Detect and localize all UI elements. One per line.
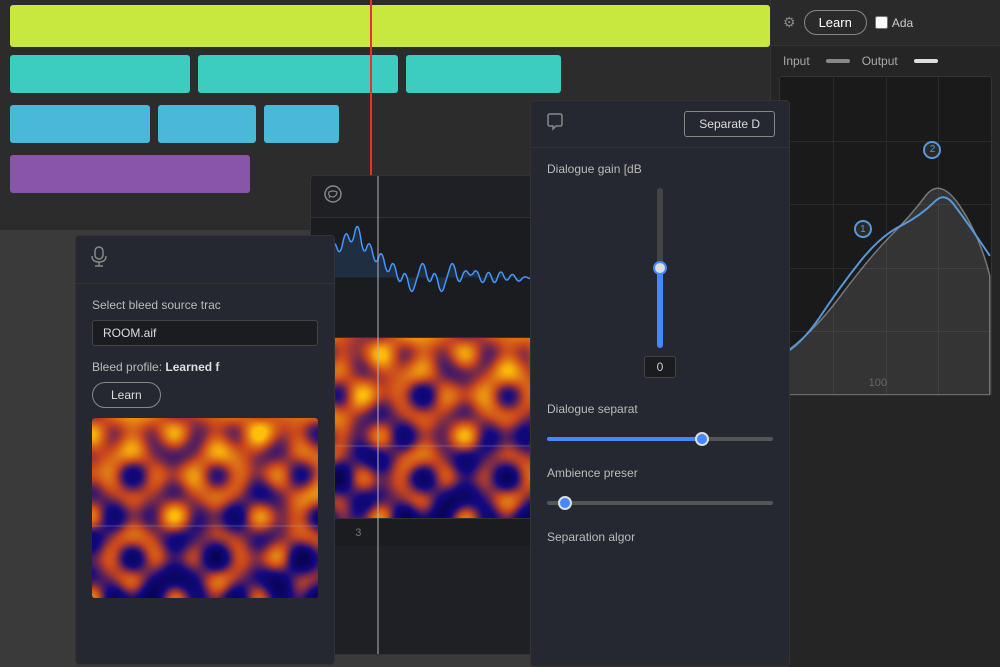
input-label: Input — [783, 54, 810, 68]
bleed-panel: Select bleed source trac Bleed profile: … — [75, 235, 335, 665]
dialogue-gain-slider-container: 0 — [547, 188, 773, 378]
mic-icon — [90, 246, 108, 273]
eq-panel-header: ⚙ Learn Ada — [771, 0, 1000, 46]
track-block-purple — [10, 155, 250, 193]
output-indicator — [914, 59, 938, 63]
bleed-spectrogram — [92, 418, 318, 598]
ada-checkbox[interactable] — [875, 16, 888, 29]
eq-curves-svg — [780, 77, 991, 395]
eq-panel: ⚙ Learn Ada Input Output — [770, 0, 1000, 667]
track-block-teal-3 — [406, 55, 561, 93]
track-row-blue — [10, 105, 339, 143]
algo-section: Separation algor — [531, 520, 789, 566]
eq-node-2-label: 2 — [930, 144, 936, 155]
dialogue-header: Separate D — [531, 101, 789, 148]
eq-node-1-label: 1 — [860, 224, 866, 235]
dialogue-separation-label: Dialogue separat — [547, 402, 773, 416]
dialogue-icon — [545, 112, 565, 137]
ambience-section: Ambience preser — [531, 456, 789, 520]
gain-slider-track — [657, 188, 663, 348]
bleed-spectrogram-canvas — [92, 418, 318, 598]
input-indicator — [826, 59, 850, 63]
ada-label: Ada — [892, 16, 913, 30]
eq-icon: ⚙ — [783, 14, 796, 31]
dialogue-panel: Separate D Dialogue gain [dB 0 Dialogue … — [530, 100, 790, 667]
bleed-profile-value: Learned f — [165, 360, 219, 374]
bleed-profile-label: Bleed profile: Learned f — [92, 360, 318, 374]
ada-checkbox-container: Ada — [875, 16, 913, 30]
gain-slider-fill — [657, 268, 663, 348]
gain-value-box: 0 — [644, 356, 677, 378]
output-label: Output — [862, 54, 898, 68]
ambience-slider[interactable] — [547, 501, 773, 505]
track-lime — [10, 5, 770, 47]
gain-slider-thumb[interactable] — [653, 261, 667, 275]
dialogue-gain-label: Dialogue gain [dB — [547, 162, 773, 176]
bleed-profile-prefix: Bleed profile: — [92, 360, 162, 374]
eq-x-label: 100 — [869, 377, 887, 389]
track-block-teal-2 — [198, 55, 398, 93]
eq-node-1[interactable]: 1 — [854, 220, 872, 238]
separate-button[interactable]: Separate D — [684, 111, 775, 137]
ambience-label: Ambience preser — [547, 466, 773, 480]
dialogue-gain-section: Dialogue gain [dB 0 — [531, 148, 789, 392]
eq-io-labels: Input Output — [771, 46, 1000, 76]
algo-label: Separation algor — [547, 530, 773, 544]
separation-slider[interactable] — [547, 437, 773, 441]
track-block-blue-1 — [10, 105, 150, 143]
track-block-blue-3 — [264, 105, 339, 143]
eq-chart: 1 2 100 — [779, 76, 992, 396]
track-row-purple — [10, 155, 250, 193]
select-bleed-label: Select bleed source trac — [92, 298, 318, 312]
waveform-chat-icon — [323, 184, 343, 209]
bleed-header — [76, 236, 334, 284]
bleed-source-input[interactable] — [92, 320, 318, 346]
eq-learn-button[interactable]: Learn — [804, 10, 867, 35]
track-row-teal — [10, 55, 561, 93]
bleed-content: Select bleed source trac Bleed profile: … — [76, 284, 334, 612]
track-block-blue-2 — [158, 105, 256, 143]
eq-node-2[interactable]: 2 — [923, 141, 941, 159]
timeline-label-3: 3 — [355, 527, 361, 539]
dialogue-separation-section: Dialogue separat — [531, 392, 789, 456]
track-block-teal-1 — [10, 55, 190, 93]
bleed-learn-button[interactable]: Learn — [92, 382, 161, 408]
